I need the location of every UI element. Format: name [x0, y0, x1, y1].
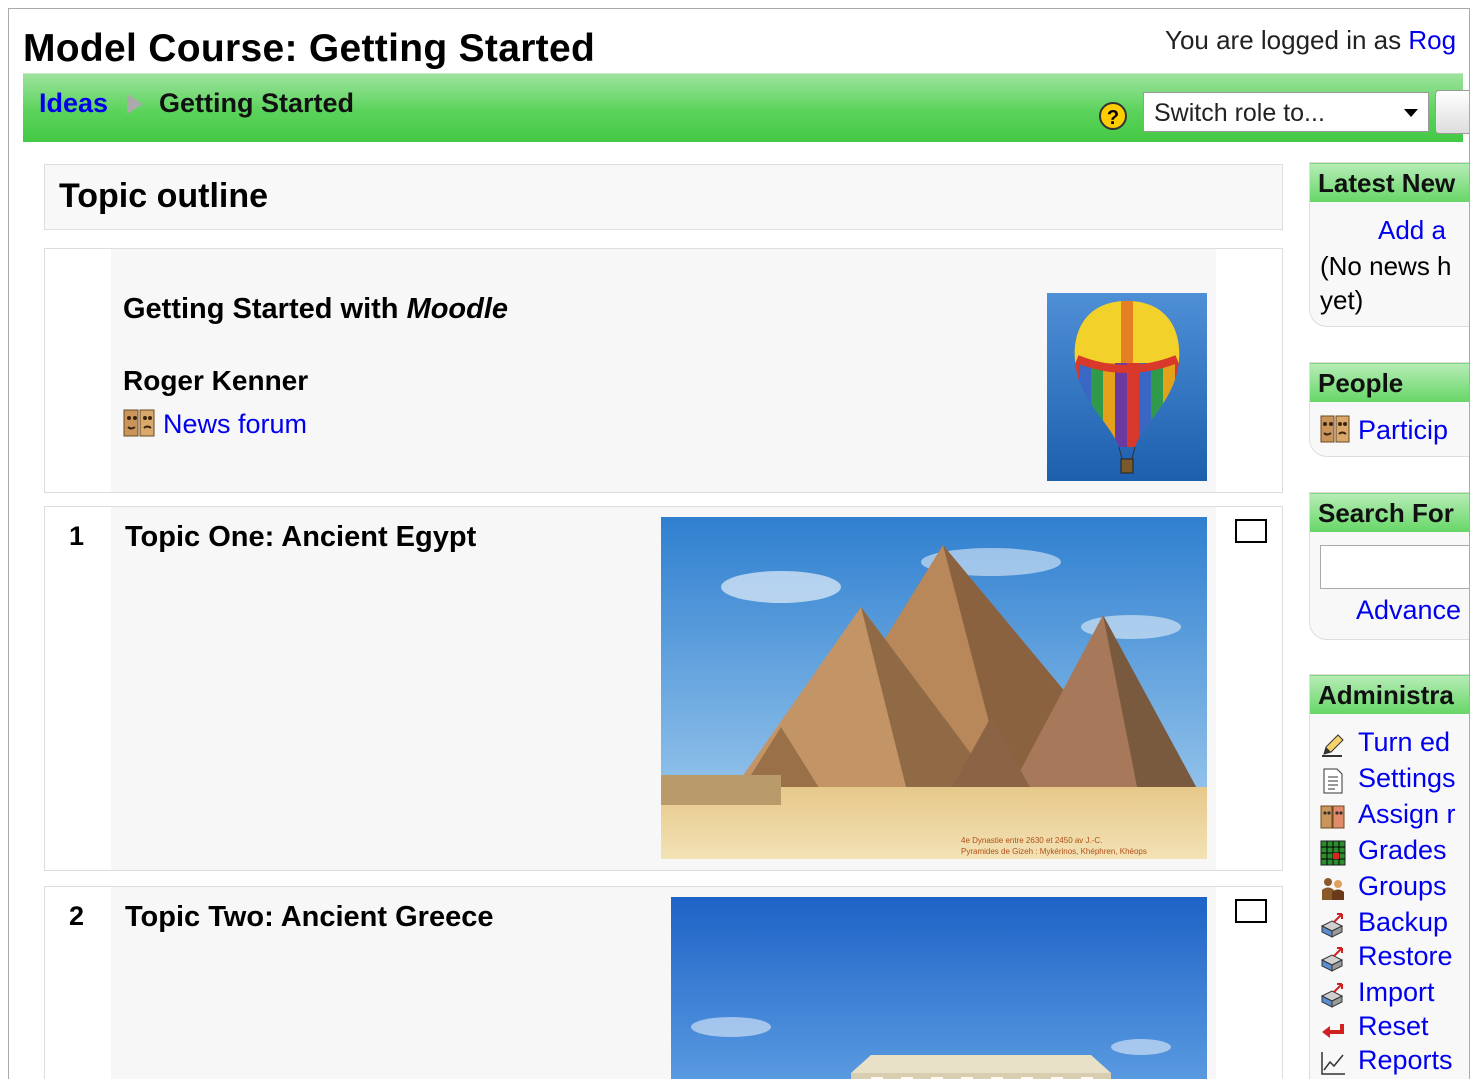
pyramids-image: 4e Dynastie entre 2630 et 2450 av J.-C. … — [661, 517, 1207, 859]
search-forums-input[interactable] — [1320, 545, 1469, 589]
image-caption-line2: Pyramides de Gizeh : Mykérinos, Khéphren… — [961, 847, 1147, 856]
section-2-title: Topic Two: Ancient Greece — [125, 901, 494, 933]
breadcrumb-ideas-link[interactable]: Ideas — [39, 88, 108, 119]
admin-item-reset[interactable]: Reset — [1320, 1011, 1469, 1045]
administration-title: Administra — [1318, 680, 1454, 710]
section-2-highlight-toggle[interactable] — [1235, 899, 1267, 923]
assign-roles-icon — [1320, 804, 1346, 830]
chevron-down-icon — [1404, 109, 1418, 117]
admin-item-import[interactable]: Import — [1320, 977, 1469, 1011]
breadcrumb-current: Getting Started — [159, 88, 355, 118]
course-title: Model Course: Getting Started — [23, 27, 596, 70]
browser-frame: Model Course: Getting Started You are lo… — [8, 8, 1470, 1079]
admin-item-label: Reports — [1358, 1045, 1453, 1075]
admin-item-restore[interactable]: Restore — [1320, 941, 1469, 975]
switch-role-select[interactable]: Switch role to... — [1143, 92, 1429, 132]
help-icon[interactable]: ? — [1099, 102, 1127, 130]
latest-news-title: Latest New — [1318, 168, 1456, 198]
admin-item-label: Backup — [1358, 907, 1449, 937]
topic-outline-header: Topic outline — [44, 164, 1283, 230]
no-news-text-line2: yet) — [1320, 285, 1364, 315]
admin-item-backup[interactable]: Backup — [1320, 907, 1469, 941]
reset-arrow-icon — [1320, 1016, 1346, 1042]
search-forums-block: Search For Advance — [1309, 492, 1469, 640]
image-caption-line1: 4e Dynastie entre 2630 et 2450 av J.-C. — [961, 836, 1102, 845]
reports-chart-icon — [1320, 1050, 1346, 1076]
search-forums-header: Search For — [1310, 493, 1469, 532]
hot-air-balloon-image — [1047, 293, 1207, 481]
administration-header: Administra — [1310, 675, 1469, 714]
grades-grid-icon — [1320, 840, 1346, 866]
people-header: People — [1310, 363, 1469, 402]
admin-item-assign-roles[interactable]: Assign r — [1320, 799, 1469, 833]
admin-item-label: Groups — [1358, 871, 1447, 901]
login-info: You are logged in as Rog — [1165, 25, 1456, 56]
forum-icon — [123, 407, 155, 439]
latest-news-block: Latest New Add a (No news h yet) — [1309, 162, 1469, 327]
admin-item-label: Turn ed — [1358, 727, 1451, 757]
people-title: People — [1318, 368, 1404, 398]
admin-item-label: Assign r — [1358, 799, 1456, 829]
section-1-highlight-toggle[interactable] — [1235, 519, 1267, 543]
admin-item-grades[interactable]: Grades — [1320, 835, 1469, 869]
admin-item-label: Reset — [1358, 1011, 1429, 1041]
admin-item-label: Restore — [1358, 941, 1453, 971]
search-forums-title: Search For — [1318, 498, 1454, 528]
course-section-0: Getting Started with Moodle Roger Kenner… — [44, 248, 1283, 493]
latest-news-header: Latest New — [1310, 163, 1469, 202]
edit-pencil-icon — [1320, 732, 1346, 758]
section-1-number: 1 — [69, 521, 85, 551]
admin-item-label: Grades — [1358, 835, 1447, 865]
groups-people-icon — [1320, 876, 1346, 902]
login-prefix: You are logged in as — [1165, 25, 1409, 55]
advanced-search-link[interactable]: Advance — [1356, 595, 1461, 626]
administration-block: Administra Turn ed Settings Assign r Gra… — [1309, 674, 1469, 1079]
news-forum-link[interactable]: News forum — [163, 409, 307, 440]
parthenon-image — [671, 897, 1207, 1079]
admin-item-turn-editing[interactable]: Turn ed — [1320, 727, 1469, 761]
topic-outline-title: Topic outline — [59, 177, 269, 215]
section-0-heading-text: Getting Started with — [123, 293, 407, 325]
admin-item-groups[interactable]: Groups — [1320, 871, 1469, 905]
section-2-number: 2 — [69, 901, 85, 931]
section-0-heading: Getting Started with Moodle — [123, 293, 508, 326]
course-section-1: 1 Topic One: Ancient Egypt 4e Dynastie e… — [44, 506, 1283, 871]
people-block: People Particip — [1309, 362, 1469, 457]
add-news-link[interactable]: Add a — [1378, 215, 1446, 246]
participants-link[interactable]: Particip — [1358, 415, 1448, 446]
no-news-text-line1: (No news h — [1320, 251, 1452, 281]
user-profile-link[interactable]: Rog — [1408, 25, 1456, 55]
switch-role-go-button[interactable] — [1435, 90, 1469, 134]
section-1-title: Topic One: Ancient Egypt — [125, 521, 477, 553]
participants-icon — [1320, 413, 1350, 445]
navigation-bar: Ideas Getting Started ? Switch role to..… — [23, 73, 1469, 142]
admin-item-label: Import — [1358, 977, 1435, 1007]
switch-role-value: Switch role to... — [1154, 99, 1325, 127]
restore-box-icon — [1320, 946, 1346, 972]
admin-item-label: Settings — [1358, 763, 1456, 793]
backup-box-icon — [1320, 912, 1346, 938]
breadcrumb-separator-icon — [127, 94, 143, 114]
section-0-heading-emphasis: Moodle — [406, 293, 509, 325]
course-section-2: 2 Topic Two: Ancient Greece — [44, 886, 1283, 1079]
settings-document-icon — [1320, 768, 1346, 794]
import-box-icon — [1320, 982, 1346, 1008]
admin-item-settings[interactable]: Settings — [1320, 763, 1469, 797]
teacher-name: Roger Kenner — [123, 365, 309, 396]
